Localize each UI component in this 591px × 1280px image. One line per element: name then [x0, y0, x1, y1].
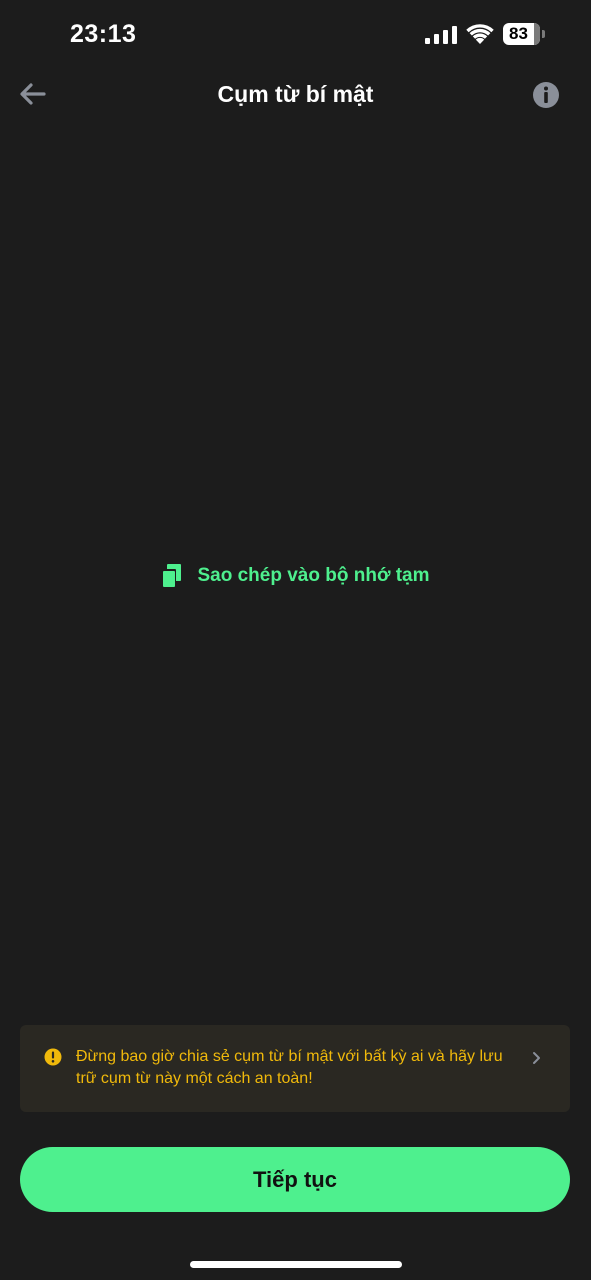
home-indicator[interactable]: [190, 1261, 402, 1268]
status-bar: 23:13 83: [0, 0, 591, 70]
copy-to-clipboard-button[interactable]: Sao chép vào bộ nhớ tạm: [0, 560, 591, 592]
battery-level: 83: [509, 24, 528, 43]
info-icon: [533, 82, 559, 108]
battery-icon: 83: [503, 23, 547, 47]
wifi-icon: [466, 24, 494, 44]
chevron-right-icon: [533, 1052, 540, 1064]
warning-icon: [44, 1048, 62, 1066]
continue-button[interactable]: Tiếp tục: [20, 1147, 570, 1212]
secret-phrase-screen: 23:13 83 Cụm từ bí mật Sao chép vào bộ n…: [0, 0, 591, 1280]
info-button[interactable]: [531, 80, 561, 110]
security-warning-card[interactable]: Đừng bao giờ chia sẻ cụm từ bí mật với b…: [20, 1025, 570, 1112]
status-time: 23:13: [70, 20, 137, 48]
signal-icon: [425, 26, 457, 44]
page-title: Cụm từ bí mật: [217, 81, 374, 107]
copy-icon: [161, 564, 182, 588]
copy-label: Sao chép vào bộ nhớ tạm: [197, 565, 430, 586]
header: Cụm từ bí mật: [0, 68, 591, 124]
warning-text: Đừng bao giờ chia sẻ cụm từ bí mật với b…: [76, 1048, 503, 1087]
